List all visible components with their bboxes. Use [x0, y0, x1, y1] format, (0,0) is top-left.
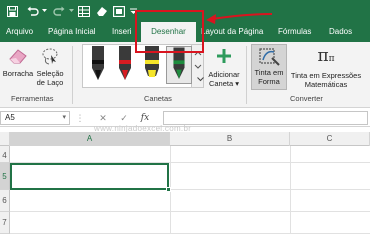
- column-header-a[interactable]: A: [10, 132, 170, 146]
- row-header-5[interactable]: 5: [0, 163, 10, 190]
- enter-check-icon[interactable]: ✓: [118, 112, 130, 124]
- column-headers: A B C: [0, 132, 370, 146]
- row-header-4[interactable]: 4: [0, 146, 10, 163]
- red-arrow-icon: [206, 13, 273, 24]
- tinta-expr-label-1: Tinta em Expressões: [290, 71, 362, 80]
- gallery-down-icon: [194, 64, 202, 69]
- cancel-icon[interactable]: ✕: [97, 112, 109, 124]
- group-label-ferramentas: Ferramentas: [11, 94, 54, 103]
- column-header-b[interactable]: B: [170, 132, 290, 146]
- row-header-7[interactable]: 7: [0, 212, 10, 234]
- adicionar-label-2-wrap: Caneta ▾: [206, 79, 242, 88]
- select-all-corner[interactable]: [0, 132, 10, 146]
- group-label-canetas: Canetas: [144, 94, 172, 103]
- selected-cell-a5[interactable]: [10, 163, 169, 190]
- tinta-forma-label-1: Tinta em: [254, 68, 284, 77]
- name-box-value: A5: [5, 113, 15, 122]
- group-label-converter: Converter: [290, 94, 323, 103]
- name-box[interactable]: A5 ▾: [0, 111, 70, 125]
- chevron-down-icon: [196, 77, 204, 82]
- selecao-label-2: de Laço: [36, 78, 64, 87]
- fill-handle[interactable]: [166, 187, 171, 192]
- insert-function-icon[interactable]: fx: [139, 112, 151, 124]
- formula-input[interactable]: [163, 111, 368, 125]
- tinta-expr-label-2: Matemáticas: [304, 80, 348, 89]
- adicionar-label-2: Caneta: [208, 79, 234, 88]
- green-pen-dropdown[interactable]: [196, 75, 204, 84]
- gridline: [10, 233, 370, 234]
- name-box-dropdown-icon: ▾: [62, 114, 66, 121]
- selecao-label-1: Seleção: [36, 69, 64, 78]
- gridline: [10, 211, 370, 212]
- borracha-label: Borracha: [2, 69, 34, 78]
- row-header-6[interactable]: 6: [0, 190, 10, 212]
- gridline: [290, 146, 291, 234]
- tinta-forma-label-2: Forma: [258, 77, 280, 86]
- formula-bar-menu-icon: ⋮: [75, 113, 85, 123]
- column-header-c[interactable]: C: [290, 132, 370, 146]
- adicionar-label-1: Adicionar: [208, 70, 240, 79]
- caret-down-icon: ▾: [235, 79, 240, 88]
